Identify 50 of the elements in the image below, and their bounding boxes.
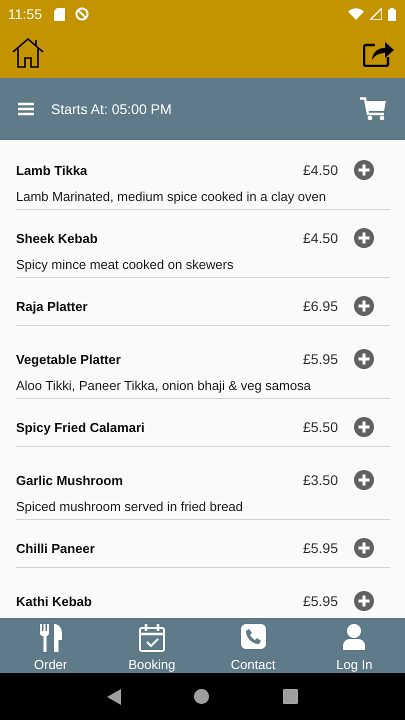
add-icon[interactable] bbox=[354, 538, 374, 558]
cart-icon[interactable] bbox=[360, 97, 387, 121]
dish-description: Spicy mince meat cooked on skewers bbox=[16, 256, 234, 274]
dish-name: Vegetable Platter bbox=[16, 352, 122, 366]
wifi-icon bbox=[348, 8, 364, 20]
home-icon[interactable] bbox=[12, 38, 44, 68]
sd-card-icon bbox=[54, 8, 65, 20]
add-icon[interactable] bbox=[354, 160, 374, 180]
menu-icon[interactable] bbox=[18, 102, 34, 116]
dish-name: Chilli Paneer bbox=[16, 540, 96, 556]
dish-name: Spicy Fried Calamari bbox=[16, 420, 146, 434]
no-sync-icon bbox=[75, 7, 89, 21]
home-button-icon[interactable] bbox=[194, 689, 210, 704]
signal-icon bbox=[370, 8, 382, 20]
user-icon bbox=[343, 624, 366, 650]
dish-price: £3.50 bbox=[302, 472, 338, 488]
cutlery-icon bbox=[40, 624, 62, 652]
nav-tab[interactable]: Log In bbox=[304, 618, 405, 673]
dish-description: Spiced mushroom served in fried bread bbox=[16, 498, 244, 516]
dish-price: £5.50 bbox=[302, 419, 338, 435]
dish-description: Aloo Tikki, Paneer Tikka, onion bhaji & veg samosa bbox=[16, 377, 312, 395]
dish-name: Kathi Kebab bbox=[16, 594, 93, 608]
dish-name: Sheek Kebab bbox=[16, 230, 99, 246]
add-icon[interactable] bbox=[354, 349, 374, 369]
dish-price: £4.50 bbox=[302, 162, 338, 178]
add-icon[interactable] bbox=[354, 228, 374, 248]
status-time: 11:55 bbox=[8, 6, 42, 22]
dish-price: £6.95 bbox=[302, 298, 338, 314]
dish-price: £5.95 bbox=[302, 540, 338, 556]
nav-tab[interactable]: Contact bbox=[202, 618, 304, 673]
dish-name: Raja Platter bbox=[16, 298, 89, 314]
add-icon[interactable] bbox=[354, 591, 374, 611]
add-icon[interactable] bbox=[354, 470, 374, 490]
dish-price: £4.50 bbox=[302, 230, 338, 246]
phone-icon bbox=[240, 624, 266, 649]
dish-description: Lamb Marinated, medium spice cooked in a clay oven bbox=[16, 188, 327, 206]
nav-tab[interactable]: Order bbox=[0, 618, 102, 673]
dish-name: Garlic Mushroom bbox=[16, 472, 124, 488]
dish-price: £5.95 bbox=[302, 351, 338, 367]
dish-price: £5.95 bbox=[302, 593, 338, 609]
start-time: Starts At: 05:00 PM bbox=[51, 101, 172, 117]
recents-icon[interactable] bbox=[283, 689, 298, 704]
back-icon[interactable] bbox=[106, 688, 121, 704]
nav-tab[interactable]: Booking bbox=[101, 618, 202, 673]
add-icon[interactable] bbox=[354, 296, 374, 316]
battery-icon bbox=[388, 8, 396, 20]
add-icon[interactable] bbox=[354, 417, 374, 437]
share-icon[interactable] bbox=[363, 39, 395, 67]
calendar-check-icon bbox=[138, 624, 165, 652]
dish-name: Lamb Tikka bbox=[16, 162, 88, 178]
